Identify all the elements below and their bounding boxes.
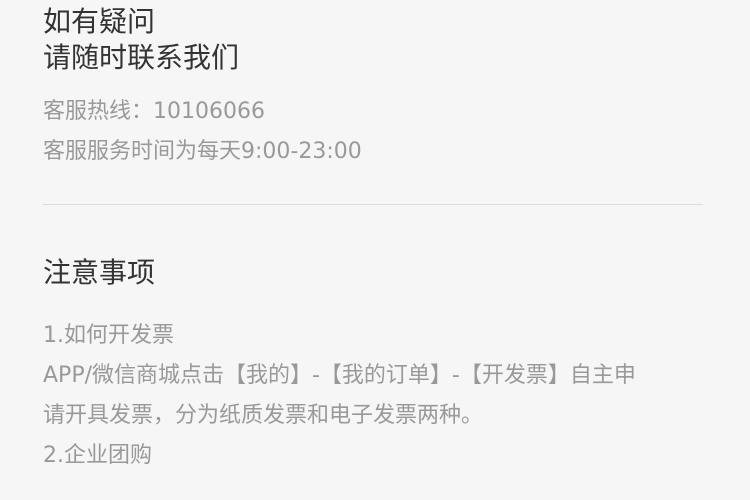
contact-details: 客服热线：10106066 客服服务时间为每天9:00-23:00 [43, 92, 703, 172]
contact-title-line-1: 如有疑问 [43, 5, 156, 38]
contact-title: 如有疑问 请随时联系我们 [43, 0, 703, 76]
note-item-invoice-question: 1.如何开发票 [43, 323, 174, 348]
note-item-group-purchase: 2.企业团购 [43, 443, 152, 468]
customer-service-hours: 客服服务时间为每天9:00-23:00 [43, 139, 362, 164]
notes-list: 1.如何开发票 APP/微信商城点击【我的】-【我的订单】-【开发票】自主申 请… [43, 316, 703, 476]
section-divider [43, 204, 703, 205]
notes-title: 注意事项 [43, 256, 156, 289]
note-item-invoice-path: APP/微信商城点击【我的】-【我的订单】-【开发票】自主申 [43, 363, 636, 388]
notes-section: 注意事项 1.如何开发票 APP/微信商城点击【我的】-【我的订单】-【开发票】… [43, 255, 703, 476]
contact-section: 如有疑问 请随时联系我们 客服热线：10106066 客服服务时间为每天9:00… [43, 0, 703, 172]
note-item-invoice-types: 请开具发票，分为纸质发票和电子发票两种。 [43, 403, 484, 428]
help-page: 如有疑问 请随时联系我们 客服热线：10106066 客服服务时间为每天9:00… [43, 0, 703, 476]
contact-title-line-2: 请随时联系我们 [43, 41, 240, 74]
customer-service-hotline[interactable]: 客服热线：10106066 [43, 92, 703, 132]
